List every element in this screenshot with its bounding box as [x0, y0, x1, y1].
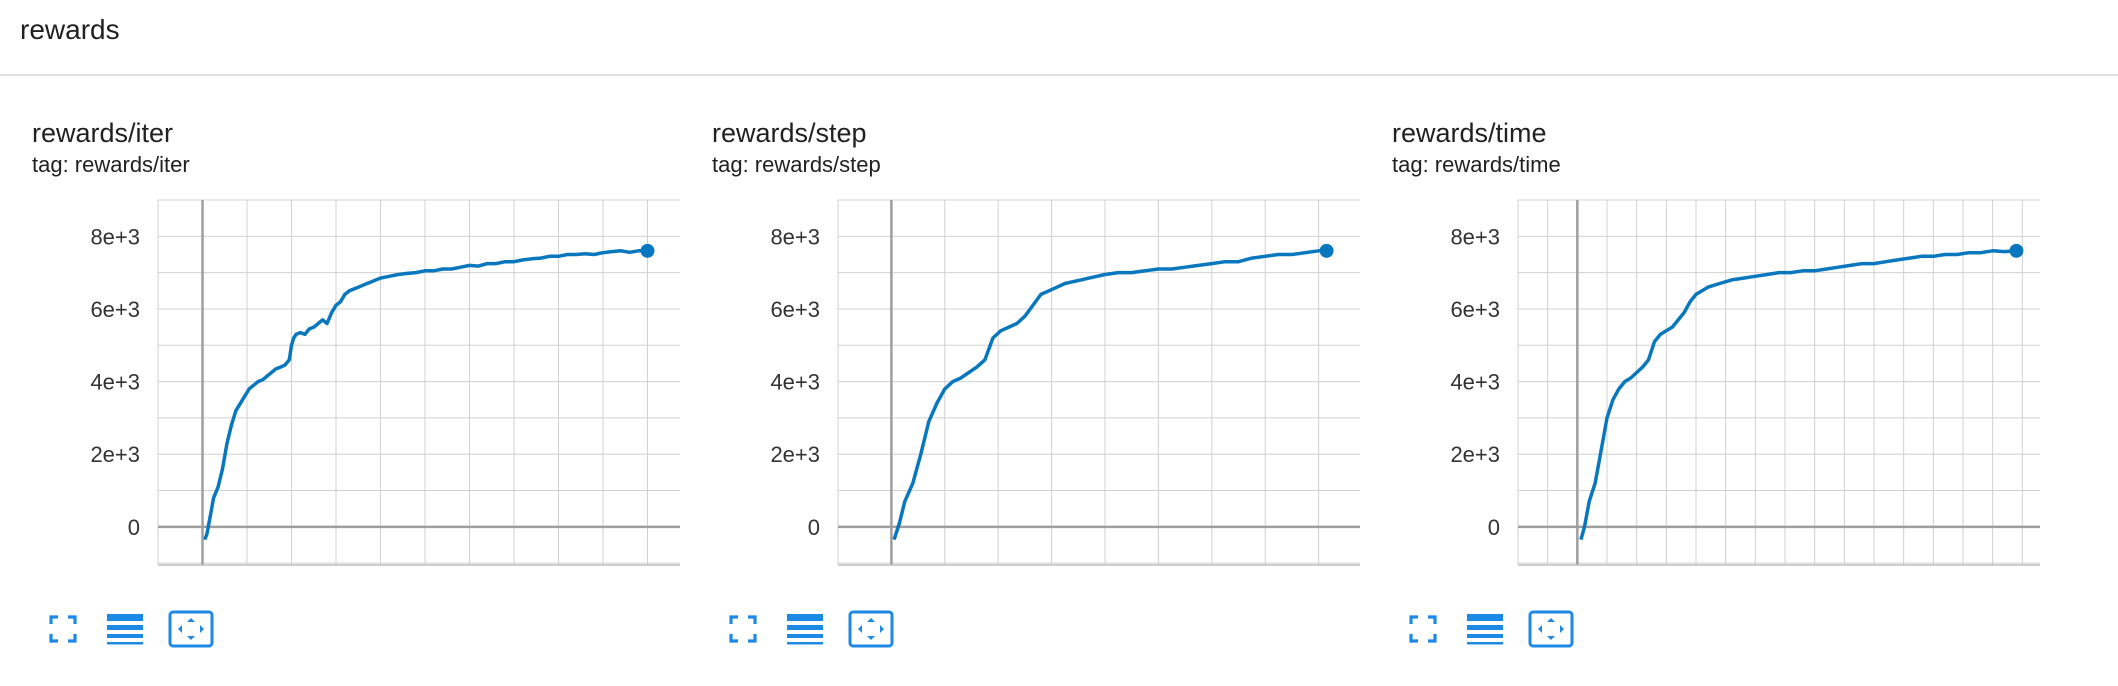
y-tick-label: 4e+3: [90, 370, 140, 395]
y-tick-label: 6e+3: [770, 297, 820, 322]
chart-tag: tag: rewards/time: [1392, 152, 1561, 177]
y-tick-label: 8e+3: [90, 224, 140, 249]
chart-title: rewards/iter: [32, 118, 174, 148]
grid: [157, 199, 680, 565]
chart-card-step: rewards/step tag: rewards/step 0 2e+3 4e+3…: [680, 100, 1360, 660]
fit-domain-button[interactable]: [846, 606, 896, 652]
fit-domain-icon: [1528, 610, 1574, 648]
toggle-data-table-button[interactable]: [1462, 606, 1508, 652]
chart-plot[interactable]: 02e+34e+36e+38e+3050100150200250300350: [1360, 190, 2040, 570]
y-tick-label: 0: [128, 515, 140, 540]
chart-tag: tag: rewards/step: [712, 152, 881, 177]
data-table-icon: [1467, 614, 1503, 645]
fullscreen-button[interactable]: [40, 606, 86, 652]
y-tick-label: 6e+3: [1450, 297, 1500, 322]
fullscreen-icon: [729, 615, 757, 643]
fullscreen-button[interactable]: [1400, 606, 1446, 652]
fit-domain-button[interactable]: [166, 606, 216, 652]
section-header: rewards: [0, 0, 2118, 76]
series-line: [1579, 249, 2017, 541]
data-table-icon: [107, 614, 143, 645]
fullscreen-icon: [1409, 615, 1437, 643]
chart-title: rewards/time: [1392, 118, 1547, 148]
y-tick-label: 8e+3: [770, 224, 820, 249]
fit-domain-button[interactable]: [1526, 606, 1576, 652]
series-last-point: [1319, 243, 1334, 258]
y-tick-label: 2e+3: [1450, 442, 1500, 467]
toggle-data-table-button[interactable]: [102, 606, 148, 652]
series-last-point: [2009, 243, 2024, 258]
chart-plot[interactable]: 02e+34e+36e+38e+304008001.2k1.6k2k: [0, 190, 680, 570]
fit-domain-icon: [848, 610, 894, 648]
series-last-point: [640, 243, 655, 258]
fullscreen-button[interactable]: [720, 606, 766, 652]
y-tick-label: 4e+3: [1450, 370, 1500, 395]
y-tick-label: 0: [808, 515, 820, 540]
fit-domain-icon: [168, 610, 214, 648]
chart-plot[interactable]: 02e+34e+36e+38e+304M8M12M16M: [680, 190, 1360, 570]
toggle-data-table-button[interactable]: [782, 606, 828, 652]
chart-card-time: rewards/time tag: rewards/time 0 2e+3 4e+3…: [1360, 100, 2040, 660]
y-tick-label: 2e+3: [90, 442, 140, 467]
chart-title: rewards/step: [712, 118, 867, 148]
chart-card-iter: rewards/iter tag: rewards/iter 0 2e+3 4e+3…: [0, 100, 680, 660]
y-tick-label: 8e+3: [1450, 224, 1500, 249]
fullscreen-icon: [49, 615, 77, 643]
series-line: [203, 249, 648, 541]
y-tick-label: 6e+3: [90, 297, 140, 322]
y-tick-label: 2e+3: [770, 442, 820, 467]
data-table-icon: [787, 614, 823, 645]
y-tick-label: 0: [1488, 515, 1500, 540]
series-line: [892, 249, 1327, 541]
section-title: rewards: [20, 14, 120, 45]
chart-tag: tag: rewards/iter: [32, 152, 190, 177]
y-tick-label: 4e+3: [770, 370, 820, 395]
